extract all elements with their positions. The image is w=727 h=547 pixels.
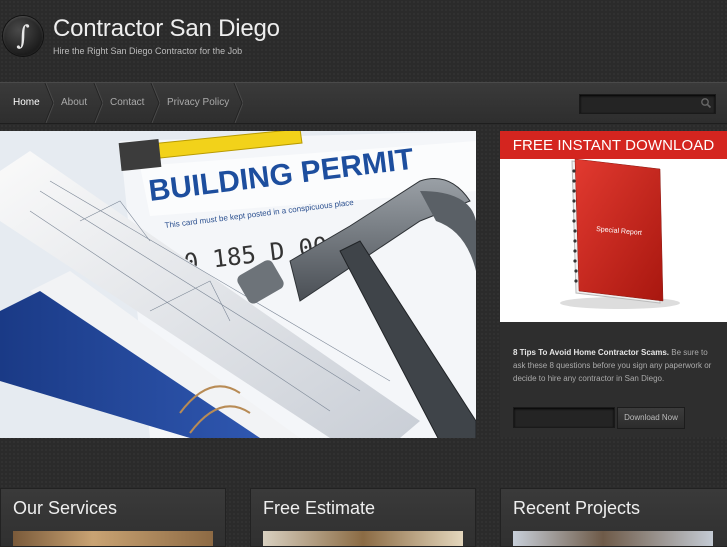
nav-item-home[interactable]: Home xyxy=(13,83,40,123)
card-title[interactable]: Our Services xyxy=(13,498,117,519)
site-tagline: Hire the Right San Diego Contractor for … xyxy=(53,46,243,56)
download-widget: FREE INSTANT DOWNLOAD Special Report 8 T… xyxy=(500,131,727,437)
site-header: ∫ Contractor San Diego Hire the Right Sa… xyxy=(0,0,727,82)
card-image[interactable] xyxy=(513,531,713,546)
download-banner[interactable]: FREE INSTANT DOWNLOAD Special Report xyxy=(500,131,727,322)
nav-item-contact[interactable]: Contact xyxy=(110,83,144,123)
download-description: 8 Tips To Avoid Home Contractor Scams. B… xyxy=(513,346,718,385)
card-free-estimate: Free Estimate xyxy=(250,488,476,547)
download-lead: 8 Tips To Avoid Home Contractor Scams. xyxy=(513,348,670,357)
card-title[interactable]: Recent Projects xyxy=(513,498,640,519)
hero-image: BUILDING PERMIT This card must be kept p… xyxy=(0,131,476,438)
card-recent-projects: Recent Projects xyxy=(500,488,727,547)
search-input[interactable] xyxy=(579,94,716,114)
card-image[interactable] xyxy=(263,531,463,546)
download-now-button[interactable]: Download Now xyxy=(617,407,685,429)
nav-separator xyxy=(93,83,103,123)
card-our-services: Our Services xyxy=(0,488,226,547)
card-image[interactable] xyxy=(13,531,213,546)
site-title[interactable]: Contractor San Diego xyxy=(53,15,280,43)
nav-separator xyxy=(44,83,54,123)
nav-separator xyxy=(150,83,160,123)
nav-separator xyxy=(233,83,243,123)
report-book-icon: Special Report xyxy=(560,158,680,309)
email-field[interactable] xyxy=(513,407,615,428)
hero-illustration: BUILDING PERMIT This card must be kept p… xyxy=(0,131,476,438)
card-title[interactable]: Free Estimate xyxy=(263,498,375,519)
logo-icon[interactable]: ∫ xyxy=(3,16,43,56)
nav-item-privacy-policy[interactable]: Privacy Policy xyxy=(167,83,229,123)
search-icon[interactable] xyxy=(700,97,712,109)
nav-item-about[interactable]: About xyxy=(61,83,87,123)
